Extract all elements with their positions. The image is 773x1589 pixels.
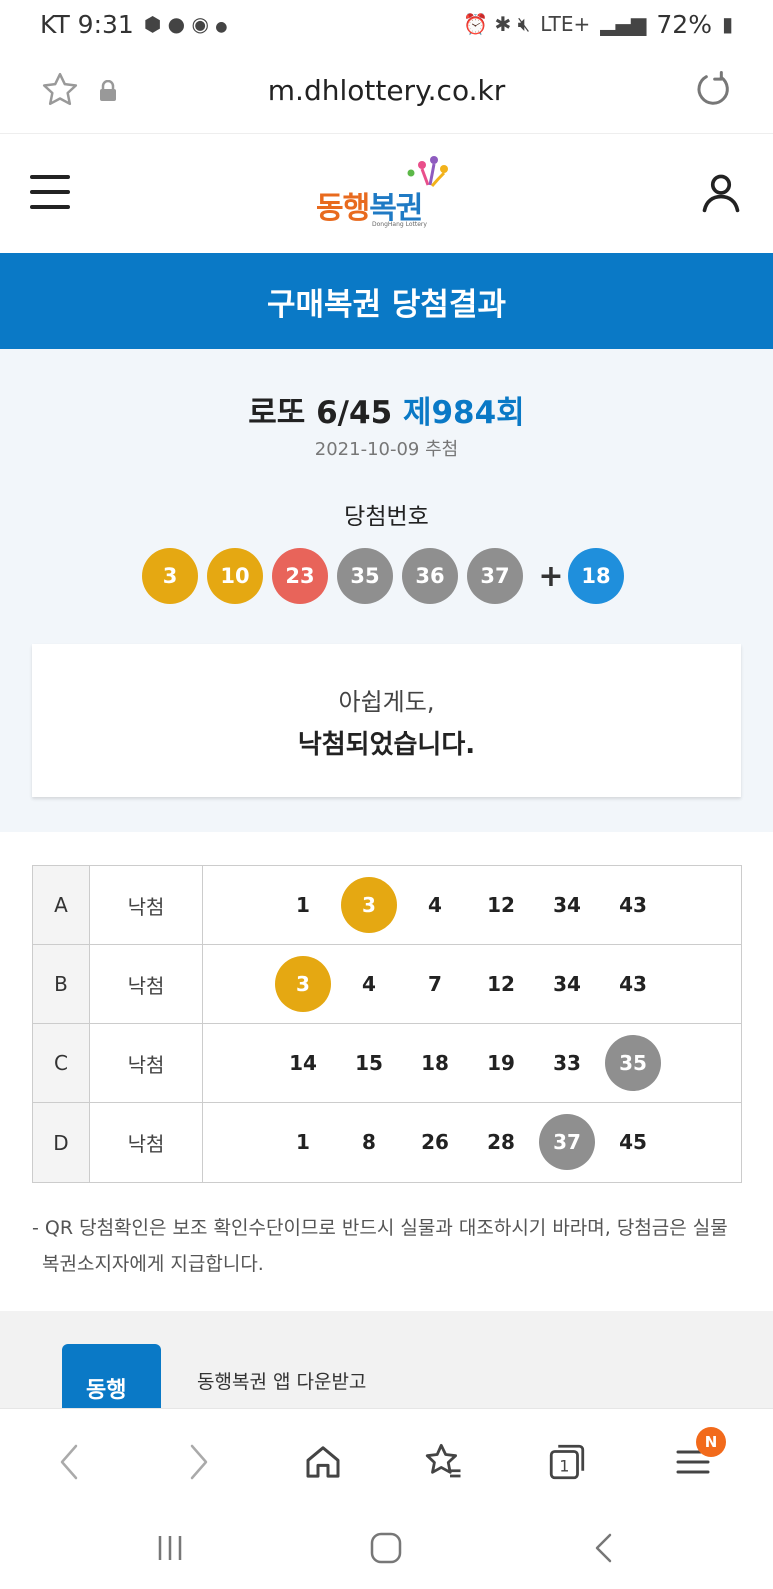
matched-number: 3 xyxy=(275,956,331,1012)
ticket-number: 14 xyxy=(289,1051,317,1075)
browser-url-bar: m.dhlottery.co.kr xyxy=(0,48,773,134)
winning-numbers-label: 당첨번호 xyxy=(344,504,429,530)
ticket-numbers: 3 4 7 12 34 43 xyxy=(203,945,741,1023)
ticket-number: 34 xyxy=(553,972,581,996)
page-title: 구매복권 당첨결과 xyxy=(267,286,506,323)
home-icon[interactable] xyxy=(300,1439,346,1485)
menu-badge: N xyxy=(696,1427,726,1457)
result-message-line2: 낙첨되었습니다. xyxy=(297,730,476,760)
battery-level: 72% xyxy=(656,9,712,39)
battery-icon: ▮ xyxy=(721,12,733,36)
reload-icon[interactable] xyxy=(693,70,733,114)
winning-number-ball: 36 xyxy=(402,548,458,604)
ticket-numbers: 14 15 18 19 33 35 xyxy=(203,1024,741,1102)
site-logo[interactable]: 동행복권 DongHang Lottery xyxy=(310,155,460,235)
draw-title: 로또 6/45 제984회 xyxy=(0,387,773,432)
user-icon[interactable] xyxy=(699,170,743,218)
carrier-time: KT 9:31 xyxy=(40,9,134,39)
ticket-number: 18 xyxy=(421,1051,449,1075)
ticket-row: D 낙첨 1 8 26 28 37 45 xyxy=(33,1103,741,1182)
ticket-number: 33 xyxy=(553,1051,581,1075)
ticket-result: 낙첨 xyxy=(90,1103,203,1182)
app-logo-text: 동행 xyxy=(86,1378,127,1403)
ticket-results-table: A 낙첨 1 3 4 12 34 43 B 낙첨 3 4 7 12 34 43 C 낙첨 14 15 18 19 33 35 D… xyxy=(32,865,742,1183)
winning-number-ball: 10 xyxy=(207,548,263,604)
ticket-number: 1 xyxy=(296,893,310,917)
ticket-number: 26 xyxy=(421,1130,449,1154)
app-download-promo[interactable]: 동행 동행복권 앱 다운받고 복권정보와 다양한 알림서비스를 받아보세요 xyxy=(0,1311,773,1411)
ticket-id: A xyxy=(33,866,90,944)
ticket-row: B 낙첨 3 4 7 12 34 43 xyxy=(33,945,741,1024)
ticket-number: 45 xyxy=(619,1130,647,1154)
ticket-number: 8 xyxy=(362,1130,376,1154)
game-name: 로또 6/45 xyxy=(248,395,393,431)
notification-icons: ⬢ ● ◉ ● xyxy=(143,12,228,36)
hamburger-icon[interactable] xyxy=(30,175,70,209)
tabs-count: 1 xyxy=(559,1457,569,1476)
ticket-number: 43 xyxy=(619,972,647,996)
ticket-id: C xyxy=(33,1024,90,1102)
recent-apps-icon[interactable] xyxy=(150,1528,190,1568)
ticket-id: B xyxy=(33,945,90,1023)
ticket-result: 낙첨 xyxy=(90,866,203,944)
menu-icon[interactable]: N xyxy=(670,1427,726,1485)
ticket-number: 12 xyxy=(487,893,515,917)
network-indicator: LTE+ xyxy=(540,12,591,36)
ticket-number: 4 xyxy=(362,972,376,996)
tabs-icon[interactable]: 1 xyxy=(544,1439,590,1485)
qr-notice: - QR 당첨확인은 보조 확인수단이므로 반드시 실물과 대조하시기 바라며,… xyxy=(32,1210,742,1282)
page-title-banner: 구매복권 당첨결과 xyxy=(0,253,773,349)
app-logo: 동행 xyxy=(62,1344,161,1411)
logo-subtitle: DongHang Lottery xyxy=(372,221,427,228)
matched-number: 3 xyxy=(341,877,397,933)
winning-number-ball: 23 xyxy=(272,548,328,604)
system-back-icon[interactable] xyxy=(584,1528,624,1568)
bonus-plus-sign: + xyxy=(538,558,564,594)
ticket-id: D xyxy=(33,1103,90,1182)
draw-round: 제984회 xyxy=(402,395,525,431)
ticket-number: 43 xyxy=(619,893,647,917)
result-message-line1: 아쉽게도, xyxy=(338,688,435,716)
ticket-numbers: 1 8 26 28 37 45 xyxy=(203,1103,741,1182)
notice-line1: - QR 당첨확인은 보조 확인수단이므로 반드시 실물과 대조하시기 바라며,… xyxy=(32,1217,728,1239)
ticket-result: 낙첨 xyxy=(90,1024,203,1102)
promo-text-line1: 동행복권 앱 다운받고 xyxy=(197,1371,367,1393)
ticket-result: 낙첨 xyxy=(90,945,203,1023)
ticket-numbers: 1 3 4 12 34 43 xyxy=(203,866,741,944)
matched-number: 37 xyxy=(539,1114,595,1170)
signal-icon: ▂▄▆ xyxy=(600,12,647,36)
bookmark-star-icon[interactable] xyxy=(420,1439,466,1485)
ticket-number: 19 xyxy=(487,1051,515,1075)
ticket-number: 7 xyxy=(428,972,442,996)
winning-number-ball: 3 xyxy=(142,548,198,604)
draw-date: 2021-10-09 추첨 xyxy=(314,439,459,460)
bonus-number-ball: 18 xyxy=(568,548,624,604)
result-message-box: 아쉽게도, 낙첨되었습니다. xyxy=(32,644,741,797)
ticket-number: 12 xyxy=(487,972,515,996)
ticket-number: 1 xyxy=(296,1130,310,1154)
ticket-number: 4 xyxy=(428,893,442,917)
matched-number: 35 xyxy=(605,1035,661,1091)
ticket-row: A 낙첨 1 3 4 12 34 43 xyxy=(33,866,741,945)
chevron-left-icon[interactable] xyxy=(46,1439,92,1485)
chevron-right-icon[interactable] xyxy=(176,1439,222,1485)
winning-number-ball: 35 xyxy=(337,548,393,604)
home-button-icon[interactable] xyxy=(366,1528,406,1568)
ticket-number: 34 xyxy=(553,893,581,917)
ticket-number: 15 xyxy=(355,1051,383,1075)
draw-result-section: 로또 6/45 제984회 2021-10-09 추첨 당첨번호 + 3 10 23… xyxy=(0,349,773,832)
status-bar: KT 9:31 ⬢ ● ◉ ● ⏰ ✱ 🔇︎ LTE+ ▂▄▆ 72% ▮ xyxy=(0,0,773,48)
ticket-row: C 낙첨 14 15 18 19 33 35 xyxy=(33,1024,741,1103)
ticket-number: 28 xyxy=(487,1130,515,1154)
browser-toolbar: 1 N xyxy=(0,1408,773,1508)
system-icons: ⏰ ✱ 🔇︎ xyxy=(463,12,531,36)
winning-numbers: + 3 10 23 35 36 37 18 xyxy=(0,548,773,604)
notice-line2: 복권소지자에게 지급합니다. xyxy=(42,1253,264,1275)
url-field[interactable]: m.dhlottery.co.kr xyxy=(0,74,773,107)
site-header: 동행복권 DongHang Lottery xyxy=(0,135,773,253)
winning-number-ball: 37 xyxy=(467,548,523,604)
system-navigation-bar xyxy=(0,1508,773,1589)
